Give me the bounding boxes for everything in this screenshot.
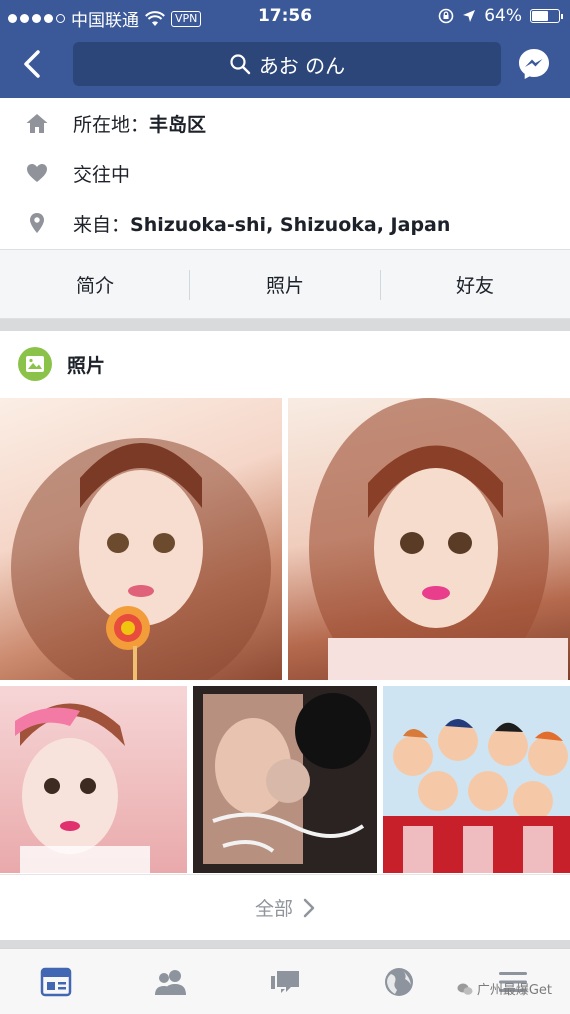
rotation-lock-icon [438,8,454,24]
see-all-photos-button[interactable]: 全部 [0,874,570,940]
tab-notifications[interactable] [379,965,419,999]
portrait-illustration [11,438,271,680]
portrait-illustration [309,398,568,680]
battery-percent: 64% [484,6,522,26]
tab-news-feed[interactable] [36,965,76,999]
photo-thumbnail[interactable] [383,686,570,873]
section-divider [0,319,570,331]
info-row-location: 所在地：丰岛区 [0,98,570,148]
from-label: 来自： [73,213,131,236]
photo-thumbnail[interactable] [0,398,282,680]
watermark: 广州最爆Get [457,979,552,998]
wechat-icon [457,983,473,995]
status-bar: 中国联通 VPN 17:56 64% [0,0,570,34]
section-divider [0,940,570,948]
search-field[interactable]: あお のん [73,42,501,86]
heart-icon [24,160,50,186]
messages-icon [271,971,299,993]
photos-section-header[interactable]: 照片 [0,331,570,395]
profile-info: 所在地：丰岛区 交往中 来自：Shizuoka-shi, Shizuoka, J… [0,98,570,248]
info-row-from: 来自：Shizuoka-shi, Shizuoka, Japan [0,198,570,248]
photos-title: 照片 [67,355,106,377]
tab-friends[interactable]: 好友 [380,250,570,318]
battery-icon [530,9,563,23]
location-pin-icon [24,210,50,236]
location-arrow-icon [463,10,476,22]
search-text: あお のん [258,53,346,78]
messenger-icon[interactable] [516,46,552,82]
relationship-status: 交往中 [73,163,131,186]
photos-icon [18,347,52,381]
friends-icon [155,970,186,995]
tab-photos[interactable]: 照片 [190,250,380,318]
location-label: 所在地： [73,113,150,136]
back-arrow-icon[interactable] [18,46,48,82]
home-icon [24,110,50,136]
search-icon [230,54,251,75]
photo-thumbnail[interactable] [193,686,377,873]
see-all-label: 全部 [254,898,293,920]
bottom-tab-bar: 广州最爆Get [0,948,570,1014]
portrait-illustration [15,703,150,873]
tab-friends[interactable] [151,965,191,999]
location-value[interactable]: 丰岛区 [149,114,206,136]
group-illustration [383,686,570,873]
info-row-relationship: 交往中 [0,148,570,198]
photo-thumbnail[interactable] [288,398,570,680]
top-bar: 中国联通 VPN 17:56 64% あお のん [0,0,570,98]
tab-messages[interactable] [265,965,305,999]
profile-tabs: 简介 照片 好友 [0,249,570,319]
sticker-photo-illustration [193,686,377,873]
from-value[interactable]: Shizuoka-shi, Shizuoka, Japan [130,214,450,236]
tab-about[interactable]: 简介 [0,250,190,318]
chevron-right-icon [303,898,315,917]
watermark-text: 广州最爆Get [476,983,552,998]
news-feed-icon [40,967,72,997]
globe-icon [385,968,413,996]
photo-thumbnail[interactable] [0,686,187,873]
